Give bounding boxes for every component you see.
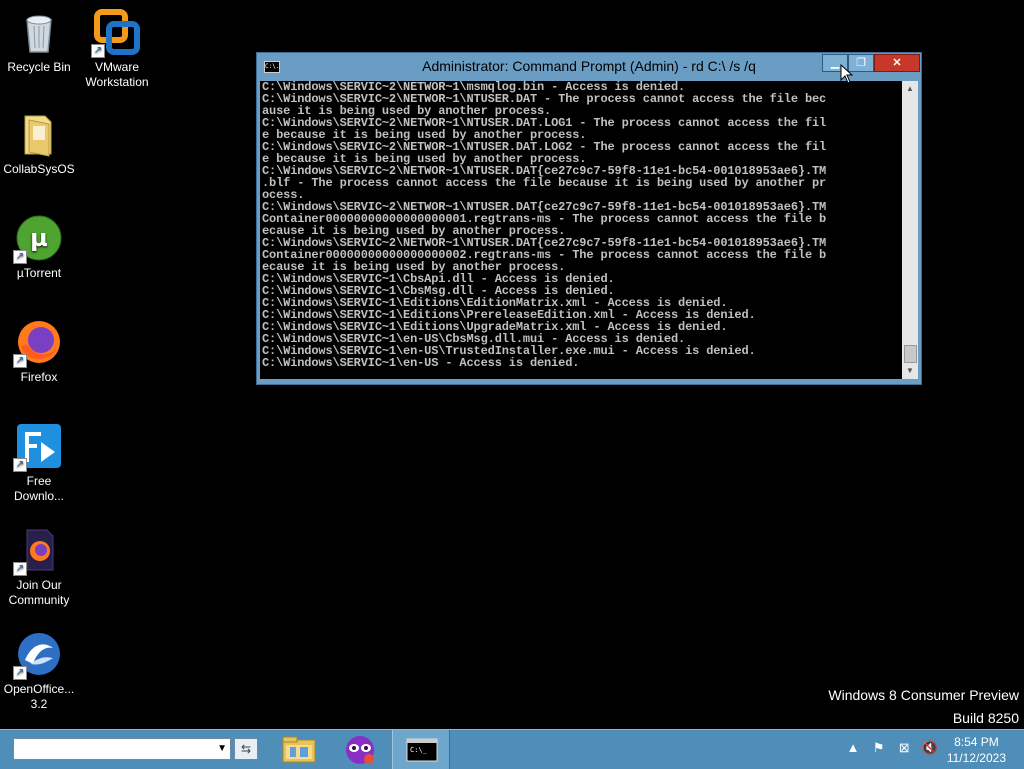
command-prompt-window[interactable]: C:\. Administrator: Command Prompt (Admi… (256, 52, 922, 385)
folder-icon (15, 110, 63, 158)
taskbar: ▼ ⇆ C:\_ ▲ ⚑ ⊠ 🔇 8:54 PM 11/12/2023 (0, 729, 1024, 769)
desktop-icon-label: VMware Workstation (85, 60, 149, 89)
scroll-thumb[interactable] (904, 345, 917, 363)
svg-text:C:\_: C:\_ (410, 746, 428, 754)
desktop-icon-label: Firefox (20, 370, 58, 384)
taskbar-app-mask[interactable] (331, 730, 389, 769)
volume-muted-icon[interactable]: 🔇 (919, 740, 941, 756)
vertical-scrollbar[interactable]: ▲ ▼ (902, 81, 918, 379)
desktop-icon-collabsysos[interactable]: CollabSysOS (0, 110, 78, 177)
scroll-down-icon[interactable]: ▼ (902, 363, 918, 379)
vmware-icon: ↗ (91, 8, 141, 58)
shortcut-arrow-icon: ↗ (13, 458, 27, 472)
firefox-document-icon: ↗ (13, 526, 63, 576)
go-button[interactable]: ⇆ (234, 738, 258, 760)
maximize-icon: ❐ (856, 57, 866, 69)
console-line: C:\Windows\SERVIC~1\en-US - Access is de… (262, 356, 580, 370)
console-line: .blf - The process cannot access the fil… (262, 176, 827, 190)
scroll-up-icon[interactable]: ▲ (902, 81, 918, 97)
action-center-flag-icon[interactable]: ⚑ (868, 740, 890, 756)
app-mask-icon (346, 736, 374, 764)
clock-date: 11/12/2023 (946, 751, 1006, 765)
command-prompt-icon: C:\_ (406, 738, 438, 762)
desktop-icon-label: Recycle Bin (7, 60, 71, 74)
desktop-icon-recycle-bin[interactable]: Recycle Bin (0, 8, 78, 75)
shortcut-arrow-icon: ↗ (13, 250, 27, 264)
shortcut-arrow-icon: ↗ (13, 562, 27, 576)
desktop-icon-openoffice[interactable]: ↗ OpenOffice... 3.2 (0, 630, 78, 712)
notification-area: ▲ ⚑ ⊠ 🔇 (842, 740, 941, 756)
shortcut-arrow-icon: ↗ (91, 44, 105, 58)
close-button[interactable]: ✕ (874, 54, 920, 72)
utorrent-icon: µ ↗ (13, 214, 63, 264)
desktop-icon-free-download-manager[interactable]: ↗ Free Downlo... (0, 422, 78, 504)
chevron-up-icon[interactable]: ▲ (842, 740, 864, 755)
openoffice-icon: ↗ (13, 630, 63, 680)
console-lines: C:\Windows\SERVIC~2\NETWOR~1\msmqlog.bin… (262, 81, 826, 369)
desktop-icon-vmware[interactable]: ↗ VMware Workstation (78, 8, 156, 90)
desktop-icon-label: µTorrent (16, 266, 62, 280)
desktop-icon-label: Join Our Community (8, 578, 70, 607)
desktop-icon-firefox[interactable]: ↗ Firefox (0, 318, 78, 385)
mouse-cursor-icon (840, 64, 854, 84)
desktop-icon-join-our-community[interactable]: ↗ Join Our Community (0, 526, 78, 608)
svg-text:µ: µ (30, 224, 48, 252)
taskbar-file-explorer[interactable] (270, 730, 328, 769)
desktop-icon-label: Free Downlo... (13, 474, 65, 503)
watermark-build: Build 8250 (952, 710, 1019, 726)
chevron-down-icon[interactable]: ▼ (217, 743, 227, 754)
taskbar-command-prompt[interactable]: C:\_ (392, 730, 450, 769)
shortcut-arrow-icon: ↗ (13, 666, 27, 680)
window-titlebar[interactable]: C:\. Administrator: Command Prompt (Admi… (257, 53, 921, 78)
recycle-bin-icon (15, 8, 63, 56)
watermark-edition: Windows 8 Consumer Preview (828, 687, 1019, 703)
build-watermark: Windows 8 Consumer Preview Build 8250 (828, 684, 1019, 730)
desktop-icon-label: CollabSysOS (3, 162, 75, 176)
console-output[interactable]: C:\Windows\SERVIC~2\NETWOR~1\msmqlog.bin… (260, 81, 902, 379)
minimize-icon: ▁ (830, 57, 840, 69)
address-toolbar-input[interactable]: ▼ (13, 738, 231, 760)
file-explorer-icon (282, 736, 316, 763)
desktop-icon-utorrent[interactable]: µ ↗ µTorrent (0, 214, 78, 281)
desktop-icon-label: OpenOffice... 3.2 (3, 682, 75, 711)
network-error-icon[interactable]: ⊠ (893, 740, 915, 756)
shortcut-arrow-icon: ↗ (13, 354, 27, 368)
free-download-manager-icon: ↗ (13, 422, 63, 472)
system-clock[interactable]: 8:54 PM 11/12/2023 (947, 734, 1006, 766)
firefox-icon: ↗ (13, 318, 63, 368)
close-icon: ✕ (892, 57, 902, 69)
refresh-arrows-icon: ⇆ (240, 742, 252, 756)
clock-time: 8:54 PM (954, 735, 999, 749)
